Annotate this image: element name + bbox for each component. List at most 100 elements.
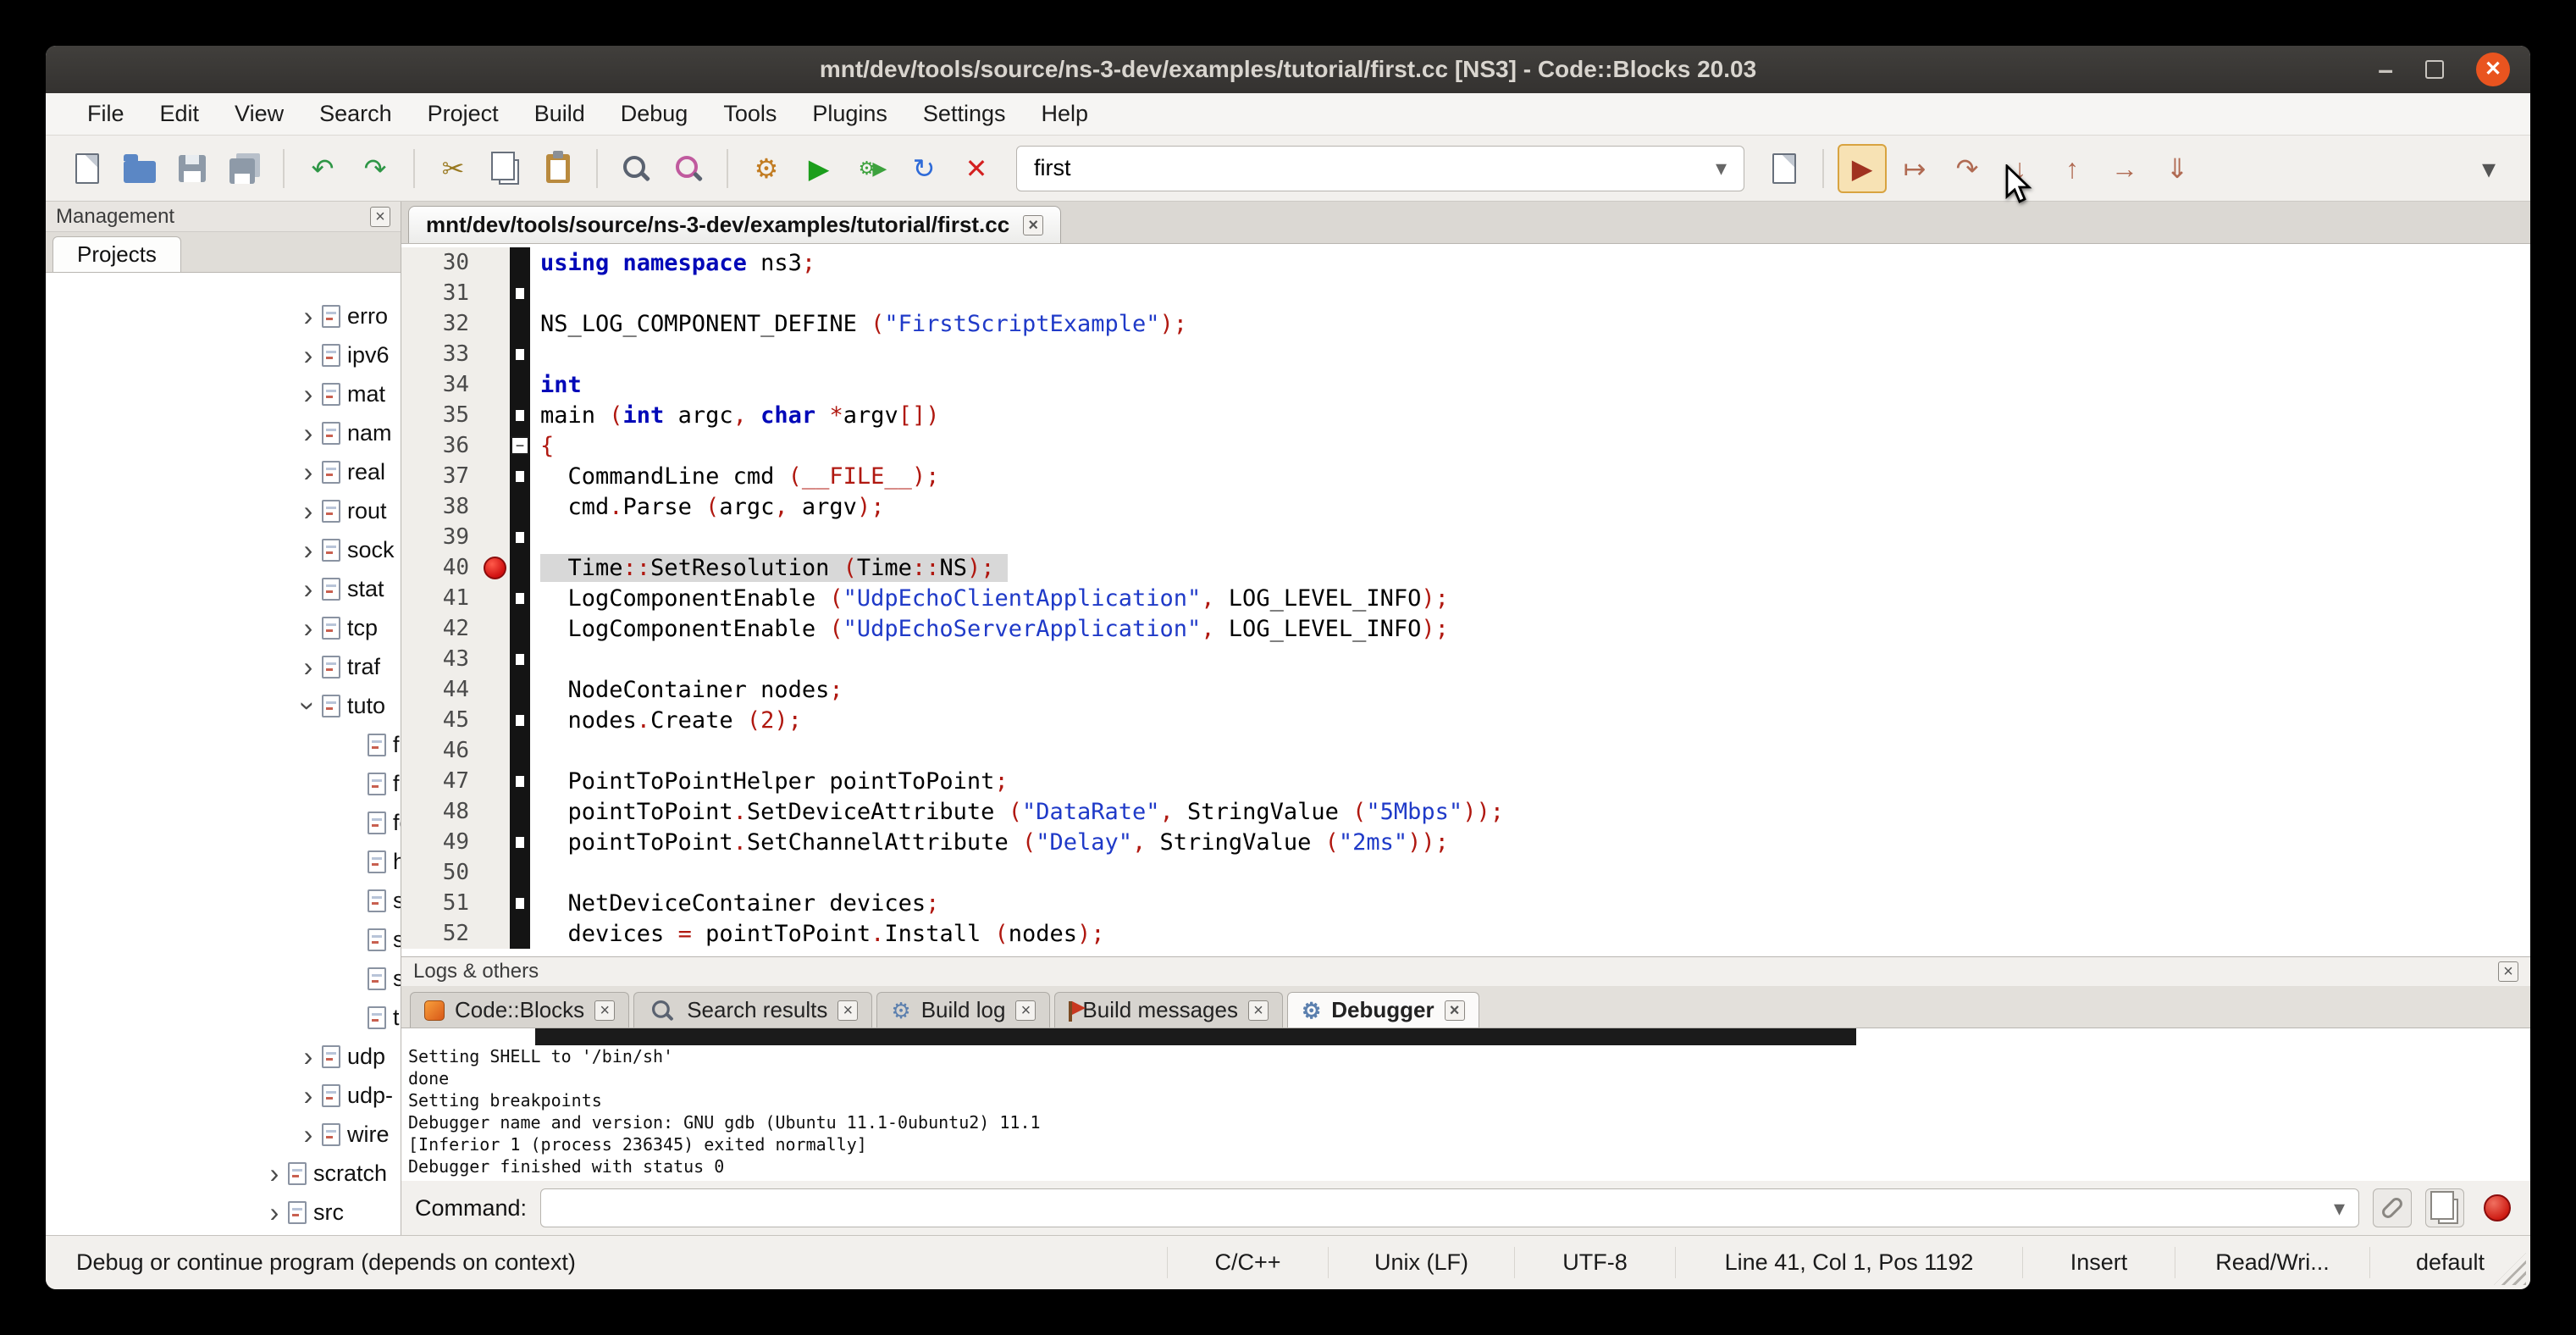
log-tab-search-results[interactable]: Search results×	[633, 992, 872, 1028]
menu-item-tools[interactable]: Tools	[705, 93, 794, 135]
title-bar[interactable]: mnt/dev/tools/source/ns-3-dev/examples/t…	[46, 46, 2530, 93]
chevron-right-icon[interactable]: ›	[296, 418, 320, 449]
fold-margin[interactable]	[510, 827, 530, 857]
chevron-right-icon[interactable]: ›	[296, 535, 320, 566]
menu-item-build[interactable]: Build	[517, 93, 603, 135]
tree-item[interactable]: ›sock	[46, 530, 401, 569]
rebuild-button[interactable]: ↻	[899, 144, 948, 193]
close-icon[interactable]: ×	[370, 207, 390, 227]
code-line[interactable]: 44 NodeContainer nodes;	[401, 674, 2530, 705]
tree-item[interactable]: ›tuto	[46, 686, 401, 725]
fold-margin[interactable]	[510, 522, 530, 552]
close-icon[interactable]: ×	[1445, 1000, 1465, 1021]
chevron-right-icon[interactable]: ›	[296, 301, 320, 332]
breakpoint-margin[interactable]	[479, 247, 510, 278]
chevron-right-icon[interactable]: ›	[263, 1158, 286, 1189]
menu-item-project[interactable]: Project	[410, 93, 517, 135]
code-line[interactable]: 51 NetDeviceContainer devices;	[401, 888, 2530, 918]
build-and-run-button[interactable]: ⚙▶	[847, 144, 896, 193]
tree-item[interactable]: ›scratch	[46, 1154, 401, 1193]
tree-item[interactable]: ›se	[46, 920, 401, 959]
code-area[interactable]: 30using namespace ns3;3132NS_LOG_COMPONE…	[401, 244, 2530, 956]
breakpoint-margin[interactable]	[479, 644, 510, 674]
save-all-button[interactable]	[220, 144, 269, 193]
code-line[interactable]: 45 nodes.Create (2);	[401, 705, 2530, 735]
tree-item[interactable]: ›tcp	[46, 608, 401, 647]
chevron-right-icon[interactable]: ›	[296, 651, 320, 683]
breakpoint-margin[interactable]	[479, 522, 510, 552]
breakpoint-margin[interactable]	[479, 827, 510, 857]
attach-button[interactable]	[2373, 1188, 2412, 1227]
menu-item-search[interactable]: Search	[301, 93, 410, 135]
tree-item[interactable]: ›stat	[46, 569, 401, 608]
code-line[interactable]: 37 CommandLine cmd (__FILE__);	[401, 461, 2530, 491]
tree-item[interactable]: ›ipv6	[46, 335, 401, 374]
fold-margin[interactable]	[510, 308, 530, 339]
fold-margin[interactable]	[510, 247, 530, 278]
tree-item[interactable]: ›traf	[46, 647, 401, 686]
chevron-right-icon[interactable]: ›	[296, 457, 320, 488]
breakpoint-margin[interactable]	[479, 735, 510, 766]
copy-log-button[interactable]	[2425, 1188, 2464, 1227]
breakpoint-margin[interactable]	[479, 918, 510, 949]
breakpoint-margin[interactable]	[479, 461, 510, 491]
fold-margin[interactable]	[510, 644, 530, 674]
fold-margin[interactable]	[510, 918, 530, 949]
fold-margin[interactable]	[510, 278, 530, 308]
fold-collapse-icon[interactable]: −	[511, 436, 529, 455]
menu-item-plugins[interactable]: Plugins	[794, 93, 905, 135]
cut-button[interactable]: ✂	[428, 144, 478, 193]
close-icon[interactable]: ×	[1248, 1000, 1269, 1021]
breakpoint-margin[interactable]	[479, 613, 510, 644]
fold-margin[interactable]	[510, 735, 530, 766]
log-tab-build-messages[interactable]: Build messages×	[1054, 992, 1283, 1028]
chevron-right-icon[interactable]: ›	[296, 379, 320, 410]
redo-button[interactable]: ↷	[351, 144, 400, 193]
menu-item-view[interactable]: View	[217, 93, 301, 135]
code-line[interactable]: 42 LogComponentEnable ("UdpEchoServerApp…	[401, 613, 2530, 644]
close-icon[interactable]: ×	[837, 1000, 858, 1021]
build-target-combobox[interactable]: first▾	[1016, 146, 1744, 191]
breakpoint-margin[interactable]	[479, 369, 510, 400]
code-line[interactable]: 36−{	[401, 430, 2530, 461]
new-file-button[interactable]	[63, 144, 112, 193]
code-line[interactable]: 48 pointToPoint.SetDeviceAttribute ("Dat…	[401, 796, 2530, 827]
tree-item[interactable]: ›nam	[46, 413, 401, 452]
tab-projects[interactable]: Projects	[53, 236, 181, 272]
chevron-down-icon[interactable]: ›	[293, 694, 324, 717]
find-button[interactable]	[611, 144, 661, 193]
fold-margin[interactable]	[510, 461, 530, 491]
breakpoint-margin[interactable]	[479, 430, 510, 461]
tree-item[interactable]: ›rout	[46, 491, 401, 530]
fold-margin[interactable]	[510, 857, 530, 888]
next-instruction-button[interactable]: →	[2100, 144, 2149, 193]
undo-button[interactable]: ↶	[298, 144, 347, 193]
fold-margin[interactable]	[510, 766, 530, 796]
close-icon[interactable]: ×	[1023, 215, 1043, 235]
tree-item[interactable]: ›he	[46, 842, 401, 881]
fold-margin[interactable]	[510, 552, 530, 583]
breakpoint-margin[interactable]	[479, 888, 510, 918]
chevron-right-icon[interactable]: ›	[296, 1119, 320, 1150]
code-line[interactable]: 49 pointToPoint.SetChannelAttribute ("De…	[401, 827, 2530, 857]
menu-item-edit[interactable]: Edit	[142, 93, 218, 135]
save-button[interactable]	[168, 144, 217, 193]
editor-tab-first-cc[interactable]: mnt/dev/tools/source/ns-3-dev/examples/t…	[408, 206, 1061, 243]
menu-item-settings[interactable]: Settings	[905, 93, 1024, 135]
minimize-button[interactable]: –	[2378, 56, 2393, 83]
fold-margin[interactable]	[510, 339, 530, 369]
breakpoint-icon[interactable]	[484, 557, 506, 579]
code-line[interactable]: 41 LogComponentEnable ("UdpEchoClientApp…	[401, 583, 2530, 613]
close-button[interactable]: ✕	[2476, 53, 2510, 86]
tree-item[interactable]: ›se	[46, 881, 401, 920]
code-line[interactable]: 40 Time::SetResolution (Time::NS);	[401, 552, 2530, 583]
select-target-button[interactable]	[1760, 144, 1809, 193]
tree-item[interactable]: ›wire	[46, 1115, 401, 1154]
tree-item[interactable]: ›six	[46, 959, 401, 998]
log-tab-debugger[interactable]: ⚙Debugger×	[1287, 992, 1479, 1028]
next-line-button[interactable]: ↷	[1943, 144, 1992, 193]
run-to-cursor-button[interactable]: ↦	[1890, 144, 1939, 193]
breakpoint-margin[interactable]	[479, 339, 510, 369]
fold-margin[interactable]	[510, 369, 530, 400]
replace-button[interactable]	[664, 144, 713, 193]
